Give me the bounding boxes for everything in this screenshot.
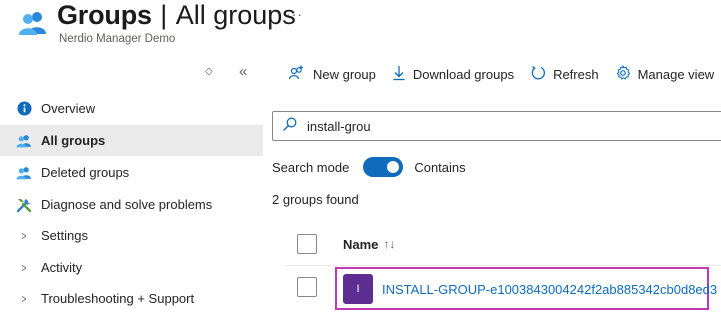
group-name-link[interactable]: INSTALL-GROUP-e1003843004242f2ab885342cb… <box>382 282 717 297</box>
more-options-button[interactable]: ··· <box>286 6 303 22</box>
search-mode: Search mode Contains <box>272 157 466 177</box>
row-checkbox[interactable] <box>297 277 317 297</box>
sidebar-item-overview[interactable]: Overview <box>0 93 263 124</box>
groups-icon <box>16 165 32 181</box>
search-mode-toggle-label: Contains <box>414 159 466 175</box>
refresh-label: Refresh <box>553 66 599 82</box>
search-icon <box>283 117 297 136</box>
sort-icon[interactable]: ↑↓ <box>383 237 395 251</box>
sidebar-item-deleted-groups[interactable]: Deleted groups <box>0 157 263 188</box>
new-group-button[interactable]: New group <box>288 65 376 84</box>
page-title: Groups | All groups <box>57 0 296 31</box>
sidebar: ◇ « Overview All groups Deleted groups D… <box>0 56 263 314</box>
wrench-icon <box>16 197 32 213</box>
column-header-name[interactable]: Name <box>343 237 378 252</box>
table-header: Name ↑↓ <box>297 234 395 254</box>
refresh-icon <box>530 65 553 84</box>
sidebar-item-label: All groups <box>41 133 106 148</box>
manage-view-button[interactable]: Manage view <box>615 64 715 84</box>
collapse-sidebar-icon[interactable]: « <box>239 63 247 80</box>
sidebar-item-label: Diagnose and solve problems <box>41 197 213 212</box>
toggle-knob <box>387 161 400 173</box>
page-title-separator: | <box>160 0 168 30</box>
search-input[interactable] <box>307 118 607 134</box>
search-mode-label: Search mode <box>272 159 350 175</box>
manage-view-label: Manage view <box>637 66 715 82</box>
page-subtitle: Nerdio Manager Demo <box>59 33 176 45</box>
command-bar: New group Download groups Refresh Manage… <box>288 62 721 86</box>
refresh-button[interactable]: Refresh <box>530 65 599 84</box>
search-mode-toggle[interactable] <box>363 157 404 177</box>
updown-icon[interactable]: ◇ <box>205 66 213 77</box>
chevron-right-icon: > <box>21 291 27 306</box>
new-group-label: New group <box>313 66 376 82</box>
sidebar-item-activity[interactable]: > Activity <box>0 252 263 283</box>
sidebar-item-label: Deleted groups <box>41 165 130 180</box>
sidebar-item-label: Troubleshooting + Support <box>41 291 195 306</box>
sidebar-item-settings[interactable]: > Settings <box>0 220 263 251</box>
new-group-icon <box>288 65 313 84</box>
groups-icon <box>16 133 32 149</box>
sidebar-item-label: Overview <box>41 101 96 116</box>
page-title-sub: All groups <box>175 0 296 30</box>
table-row <box>297 277 317 297</box>
divider <box>285 265 721 266</box>
sidebar-item-diagnose[interactable]: Diagnose and solve problems <box>0 189 263 220</box>
search-box[interactable] <box>272 111 721 141</box>
download-groups-label: Download groups <box>412 66 515 82</box>
sidebar-tools: ◇ « <box>159 63 259 82</box>
page-title-main: Groups <box>57 0 152 30</box>
sidebar-item-label: Settings <box>41 228 88 243</box>
download-icon <box>392 65 413 84</box>
sidebar-item-label: Activity <box>41 260 83 275</box>
group-avatar: I <box>343 274 373 304</box>
gear-icon <box>615 64 638 84</box>
sidebar-item-all-groups[interactable]: All groups <box>0 125 263 156</box>
groups-icon <box>18 10 48 36</box>
select-all-checkbox[interactable] <box>297 234 317 254</box>
chevron-right-icon: > <box>21 260 27 275</box>
download-groups-button[interactable]: Download groups <box>392 65 514 84</box>
sidebar-item-troubleshooting[interactable]: > Troubleshooting + Support <box>0 283 263 314</box>
chevron-right-icon: > <box>21 228 27 243</box>
groups-page: Groups | All groups ··· Nerdio Manager D… <box>0 0 721 314</box>
info-icon <box>16 101 32 117</box>
page-header: Groups | All groups ··· Nerdio Manager D… <box>0 0 721 50</box>
results-count: 2 groups found <box>272 192 359 207</box>
